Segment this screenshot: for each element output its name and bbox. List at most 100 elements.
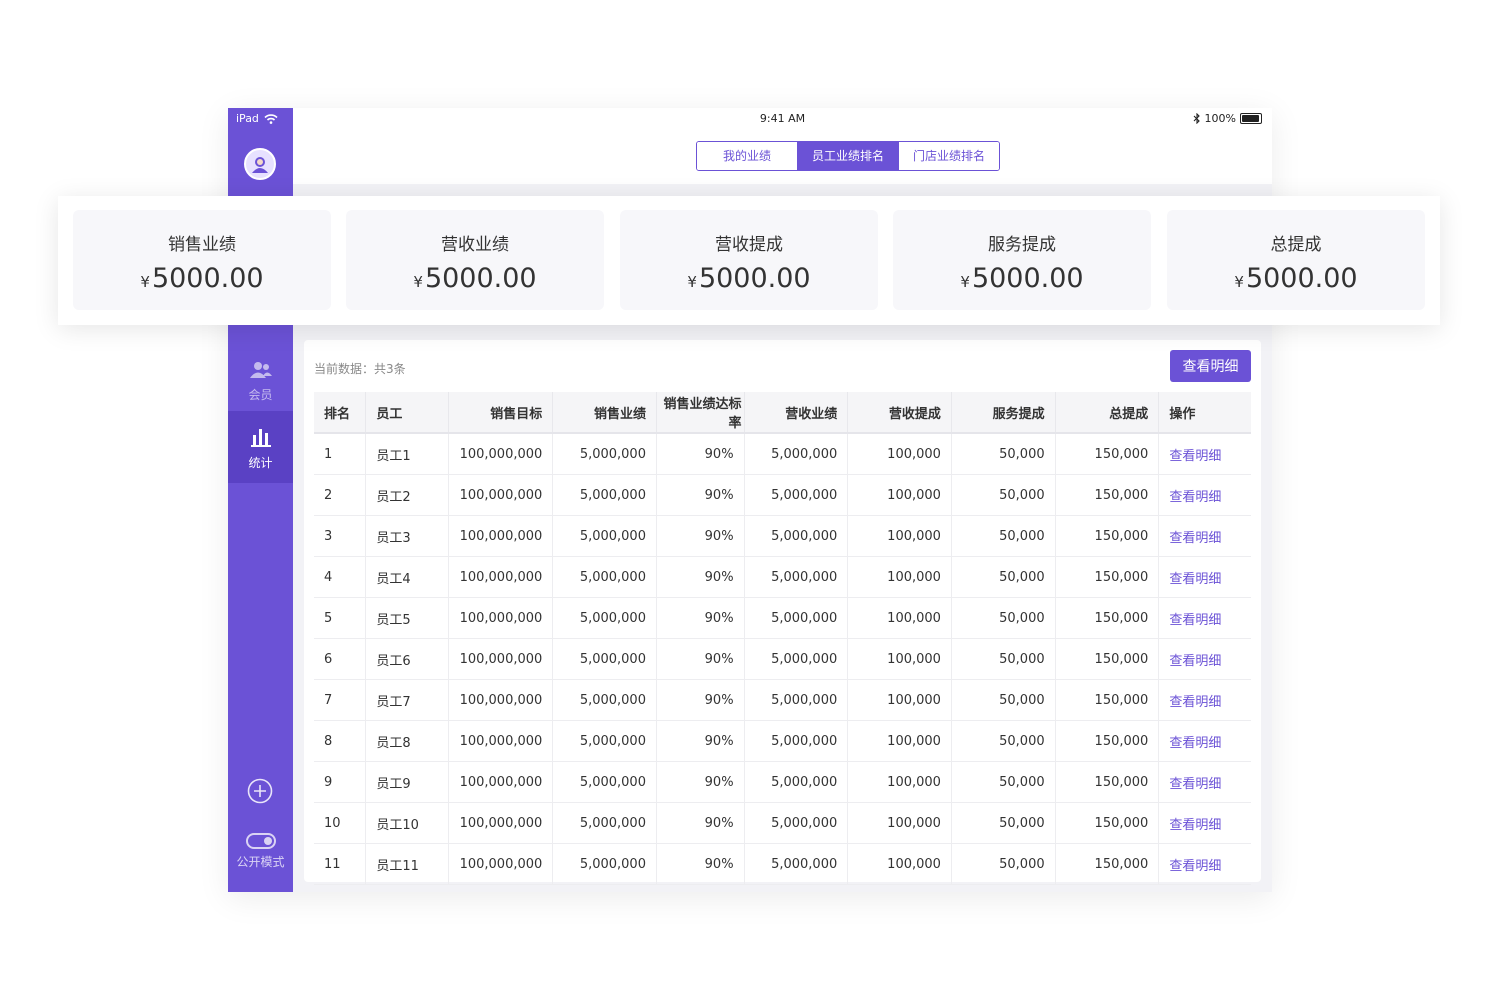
col-sales: 销售业绩 [552,392,657,434]
cell-total-commission: 150,000 [1055,556,1160,598]
table-row: 7 员工7 100,000,000 5,000,000 90% 5,000,000 100,… [314,679,1251,721]
bar-chart-icon [250,429,271,447]
summary-card-revenue-commission: 营收提成 ¥5000.00 [620,210,878,310]
view-details-button[interactable]: 查看明细 [1170,350,1251,382]
cell-sales-target: 100,000,000 [448,597,554,639]
view-details-link[interactable]: 查看明细 [1169,490,1221,505]
ranking-panel: 当前数据：共3条 查看明细 排名 员工 销售目标 销售业绩 销售业绩达标率 营收… [304,340,1261,885]
currency-symbol: ¥ [1234,273,1244,291]
card-title: 服务提成 [988,235,1056,255]
view-details-link[interactable]: 查看明细 [1169,859,1221,874]
cell-sales: 5,000,000 [552,843,657,885]
view-details-link[interactable]: 查看明细 [1169,818,1221,833]
public-mode-toggle[interactable]: 公开模式 [228,833,293,870]
cell-employee: 员工3 [365,515,449,557]
cell-sales-target: 100,000,000 [448,679,554,721]
card-value: ¥5000.00 [620,263,878,294]
card-amount: 5000.00 [424,263,537,294]
table-row: 5 员工5 100,000,000 5,000,000 90% 5,000,000 100,… [314,597,1251,639]
cell-revenue: 5,000,000 [744,433,849,475]
cell-sales: 5,000,000 [552,597,657,639]
summary-card-revenue: 营收业绩 ¥5000.00 [346,210,604,310]
col-revenue: 营收业绩 [744,392,849,434]
cell-total-commission: 150,000 [1055,433,1160,475]
ranking-table: 排名 员工 销售目标 销售业绩 销售业绩达标率 营收业绩 营收提成 服务提成 总… [314,392,1251,885]
view-details-link[interactable]: 查看明细 [1169,449,1221,464]
cell-total-commission: 150,000 [1055,843,1160,885]
view-details-link[interactable]: 查看明细 [1169,777,1221,792]
cell-sales-rate: 90% [656,515,745,557]
cell-rank: 9 [314,761,367,803]
status-right: 100% [1193,112,1262,125]
view-details-link[interactable]: 查看明细 [1169,572,1221,587]
cell-sales: 5,000,000 [552,474,657,516]
battery-icon [1240,113,1262,124]
cell-revenue-commission: 100,000 [847,720,952,762]
card-amount: 5000.00 [1245,263,1358,294]
view-details-link[interactable]: 查看明细 [1169,736,1221,751]
sidebar-item-stats[interactable]: 统计 [228,411,293,483]
table-row: 11 员工11 100,000,000 5,000,000 90% 5,000,000 10… [314,843,1251,885]
cell-sales-target: 100,000,000 [448,802,554,844]
cell-sales-target: 100,000,000 [448,433,554,475]
cell-revenue: 5,000,000 [744,802,849,844]
cell-sales: 5,000,000 [552,433,657,475]
summary-bar: 销售业绩 ¥5000.00 营收业绩 ¥5000.00 营收提成 ¥5000.0… [58,196,1440,325]
col-revenue-commission: 营收提成 [847,392,952,434]
cell-total-commission: 150,000 [1055,679,1160,721]
col-rank: 排名 [314,392,367,434]
tab-employee-ranking[interactable]: 员工业绩排名 [798,142,899,170]
cell-service-commission: 50,000 [951,515,1056,557]
view-details-link[interactable]: 查看明细 [1169,695,1221,710]
cell-employee: 员工10 [365,802,449,844]
table-row: 2 员工2 100,000,000 5,000,000 90% 5,000,000 100,… [314,474,1251,516]
cell-employee: 员工11 [365,843,449,885]
cell-sales-target: 100,000,000 [448,474,554,516]
cell-sales-target: 100,000,000 [448,843,554,885]
cell-employee: 员工7 [365,679,449,721]
cell-service-commission: 50,000 [951,433,1056,475]
cell-revenue-commission: 100,000 [847,638,952,680]
col-service-commission: 服务提成 [951,392,1056,434]
cell-sales-target: 100,000,000 [448,638,554,680]
bluetooth-icon [1193,113,1200,124]
cell-employee: 员工5 [365,597,449,639]
cell-revenue-commission: 100,000 [847,474,952,516]
cell-total-commission: 150,000 [1055,474,1160,516]
cell-revenue: 5,000,000 [744,843,849,885]
card-value: ¥5000.00 [1167,263,1425,294]
table-row: 4 员工4 100,000,000 5,000,000 90% 5,000,000 100,… [314,556,1251,598]
cell-action: 查看明细 [1158,515,1251,557]
cell-sales: 5,000,000 [552,761,657,803]
cell-service-commission: 50,000 [951,556,1056,598]
card-amount: 5000.00 [971,263,1084,294]
tab-store-ranking[interactable]: 门店业绩排名 [899,142,999,170]
table-header-row: 排名 员工 销售目标 销售业绩 销售业绩达标率 营收业绩 营收提成 服务提成 总… [314,392,1251,434]
cell-sales: 5,000,000 [552,515,657,557]
view-details-link[interactable]: 查看明细 [1169,531,1221,546]
add-button[interactable] [247,778,273,808]
cell-sales: 5,000,000 [552,679,657,721]
cell-sales-target: 100,000,000 [448,761,554,803]
user-avatar-icon [252,157,268,173]
cell-sales-rate: 90% [656,638,745,680]
cell-rank: 5 [314,597,367,639]
tab-my-performance[interactable]: 我的业绩 [697,142,798,170]
currency-symbol: ¥ [140,273,150,291]
cell-action: 查看明细 [1158,802,1251,844]
view-details-link[interactable]: 查看明细 [1169,613,1221,628]
cell-total-commission: 150,000 [1055,802,1160,844]
view-details-link[interactable]: 查看明细 [1169,654,1221,669]
cell-rank: 10 [314,802,367,844]
cell-employee: 员工2 [365,474,449,516]
cell-revenue: 5,000,000 [744,761,849,803]
card-amount: 5000.00 [151,263,264,294]
cell-revenue: 5,000,000 [744,679,849,721]
card-title: 营收提成 [715,235,783,255]
cell-sales-rate: 90% [656,474,745,516]
cell-sales-target: 100,000,000 [448,556,554,598]
cell-sales-target: 100,000,000 [448,720,554,762]
cell-rank: 3 [314,515,367,557]
cell-employee: 员工1 [365,433,449,475]
avatar[interactable] [244,148,276,180]
